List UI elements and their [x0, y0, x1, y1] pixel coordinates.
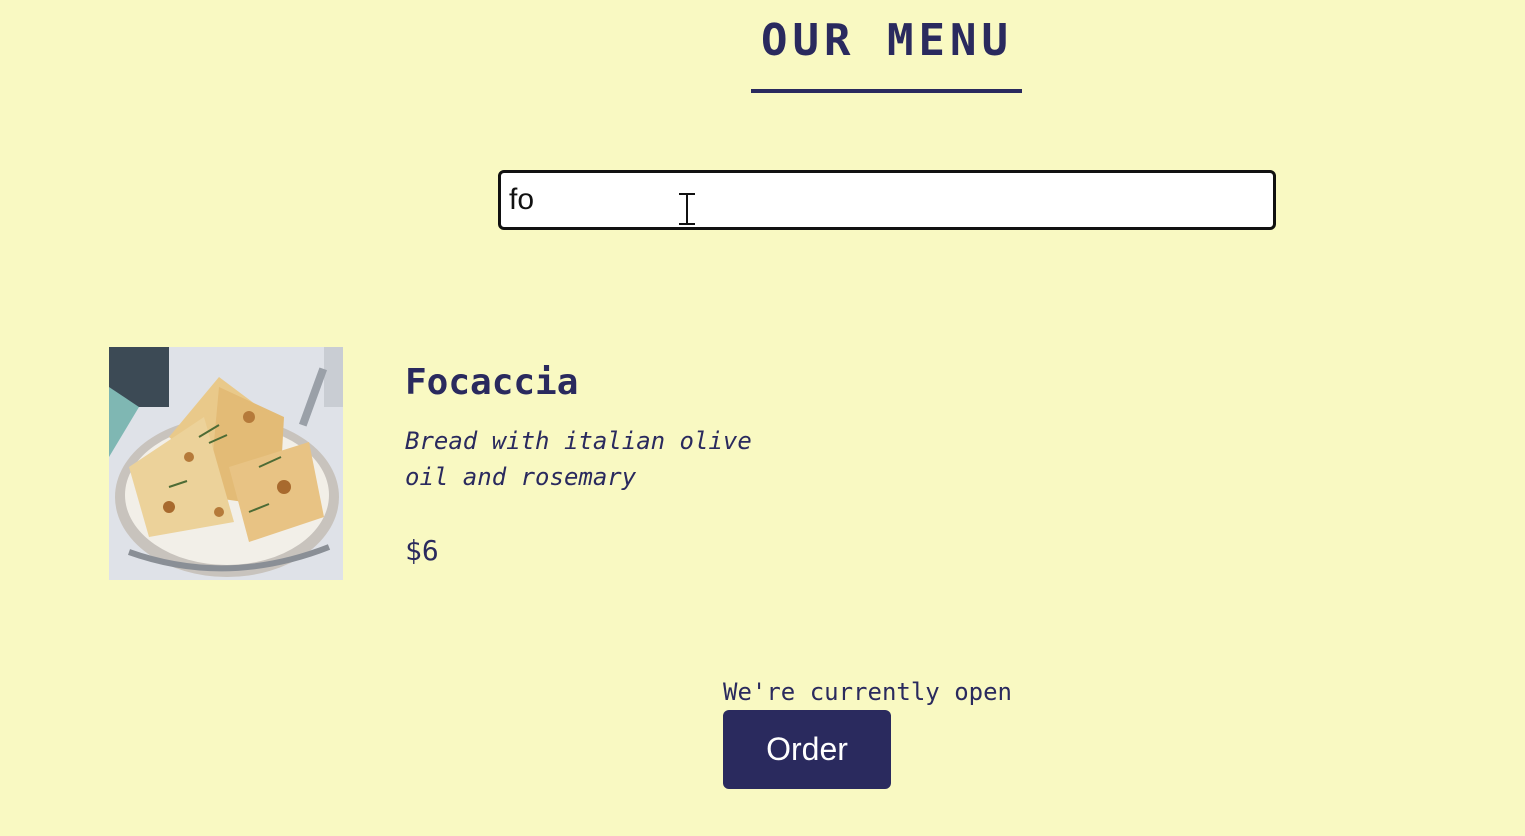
- menu-item: Focaccia Bread with italian olive oil an…: [109, 347, 909, 581]
- search-input[interactable]: [501, 173, 1273, 227]
- search-box[interactable]: [498, 170, 1276, 230]
- order-button[interactable]: Order: [723, 710, 891, 789]
- focaccia-image: [109, 347, 343, 580]
- item-description: Bread with italian olive oil and rosemar…: [405, 427, 752, 491]
- page-title: OUR MENU: [761, 15, 1013, 66]
- open-status: We're currently open: [723, 678, 1012, 706]
- item-price: $6: [405, 534, 439, 567]
- title-underline: [751, 89, 1022, 93]
- text-cursor-icon: [679, 193, 695, 225]
- item-name: Focaccia: [405, 362, 579, 403]
- menu-page: OUR MENU fo Focaccia Bread with italian …: [0, 0, 1525, 836]
